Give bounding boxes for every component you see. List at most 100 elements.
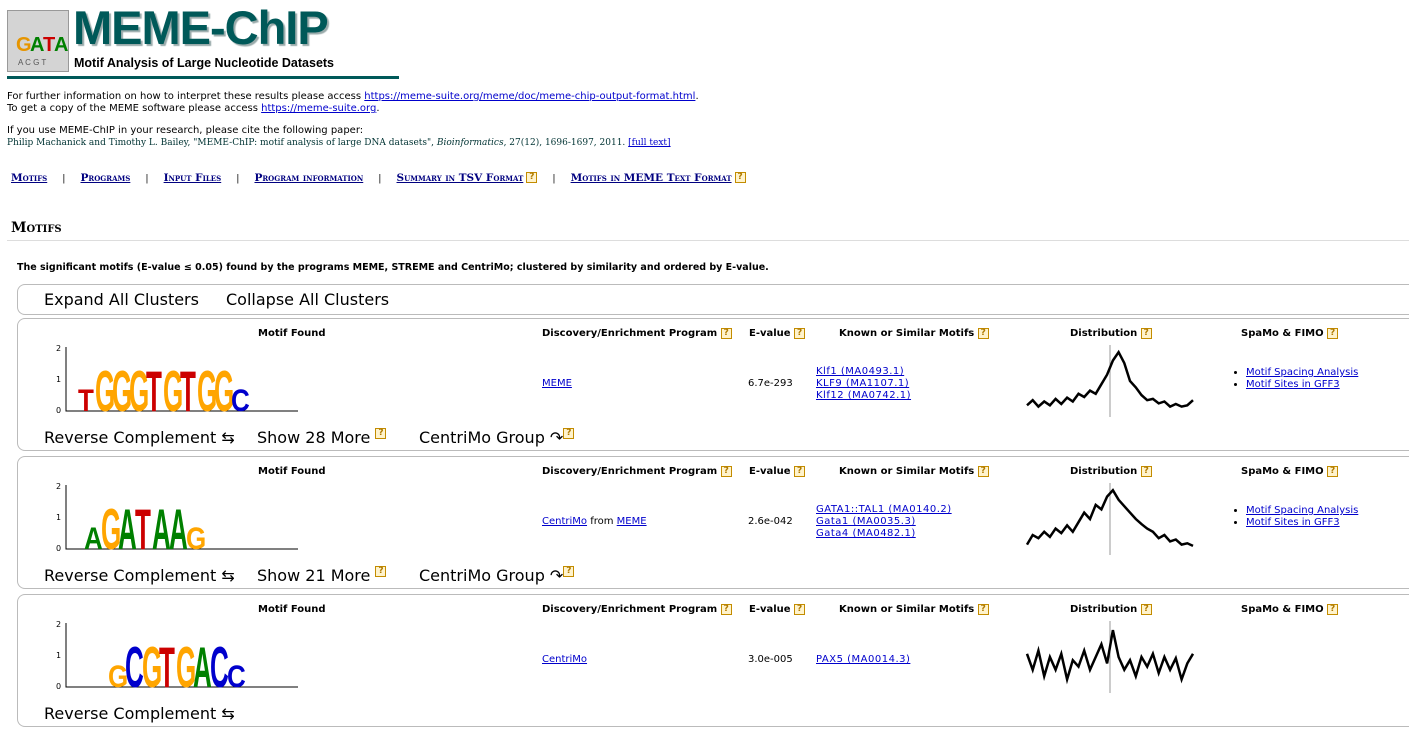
full-text-link[interactable]: [full text] [628, 138, 670, 148]
logo-y-tick: 1 [56, 513, 61, 522]
program-source-link[interactable]: MEME [617, 516, 647, 527]
nav-program-information[interactable]: Program information [254, 172, 363, 184]
help-icon[interactable]: ? [1140, 466, 1152, 477]
help-icon[interactable]: ? [794, 604, 806, 615]
expand-all-clusters-button[interactable]: Expand All Clusters [44, 290, 199, 309]
show-more-button[interactable]: Show 28 More ? [257, 428, 387, 447]
collapse-all-clusters-button[interactable]: Collapse All Clusters [226, 290, 389, 309]
help-icon[interactable]: ? [977, 604, 989, 615]
discovery-program: CentriMo [542, 654, 587, 665]
help-icon[interactable]: ? [734, 172, 746, 183]
nav-motifs-meme-text[interactable]: Motifs in MEME Text Format [571, 172, 732, 184]
logo-letter: T [78, 384, 94, 419]
logo-y-tick: 0 [56, 544, 61, 553]
column-header-spamo: SpaMo & FIMO ? [1241, 466, 1339, 477]
reverse-complement-button[interactable]: Reverse Complement ⇆ [44, 566, 235, 585]
help-icon[interactable]: ? [375, 428, 387, 439]
logo-letter: T [180, 361, 196, 419]
column-header-known: Known or Similar Motifs ? [839, 604, 989, 615]
program-link[interactable]: CentriMo [542, 654, 587, 665]
logo-letter: C [125, 637, 144, 695]
citation-intro: If you use MEME-ChIP in your research, p… [7, 125, 364, 136]
nav-input-files[interactable]: Input Files [164, 172, 222, 184]
distribution-plot [1026, 345, 1194, 417]
nav-motifs[interactable]: Motifs [11, 172, 47, 184]
known-motifs: PAX5 (MA0014.3) [816, 654, 910, 666]
column-header-evalue: E-value ? [749, 604, 806, 615]
spamo-fimo-link[interactable]: Motif Sites in GFF3 [1246, 517, 1340, 528]
known-motif-link[interactable]: Klf1 (MA0493.1) [816, 366, 911, 378]
program-link[interactable]: CentriMo [542, 516, 587, 527]
logo-letter: C [227, 660, 246, 695]
column-header-known: Known or Similar Motifs ? [839, 328, 989, 339]
known-motifs: Klf1 (MA0493.1) KLF9 (MA1107.1) Klf12 (MA0… [816, 366, 911, 402]
help-icon[interactable]: ? [794, 328, 806, 339]
centrimo-group-button[interactable]: CentriMo Group ↷? [419, 566, 575, 585]
spamo-fimo-link[interactable]: Motif Sites in GFF3 [1246, 379, 1340, 390]
logo-letter: T [135, 499, 151, 557]
spamo-fimo-link[interactable]: Motif Spacing Analysis [1246, 505, 1358, 516]
software-link[interactable]: https://meme-suite.org [261, 103, 376, 114]
nav-programs[interactable]: Programs [81, 172, 131, 184]
known-motif-link[interactable]: Gata1 (MA0035.3) [816, 516, 952, 528]
help-icon[interactable]: ? [720, 604, 732, 615]
logo-letter: T [146, 361, 162, 419]
reverse-complement-button[interactable]: Reverse Complement ⇆ [44, 704, 235, 723]
logo-letter: T [159, 637, 175, 695]
motif-cluster-row: Motif Found Discovery/Enrichment Program … [17, 456, 1409, 589]
help-icon[interactable]: ? [720, 328, 732, 339]
column-header-motif_found: Motif Found [258, 328, 326, 339]
header-divider [7, 76, 399, 79]
evalue: 6.7e-293 [748, 378, 793, 389]
column-header-program: Discovery/Enrichment Program ? [542, 466, 732, 477]
help-icon[interactable]: ? [526, 172, 538, 183]
logo-letter: C [231, 384, 250, 419]
column-header-distribution: Distribution ? [1070, 466, 1152, 477]
column-header-motif_found: Motif Found [258, 604, 326, 615]
help-icon[interactable]: ? [563, 566, 575, 577]
logo-y-tick: 1 [56, 651, 61, 660]
docs-link[interactable]: https://meme-suite.org/meme/doc/meme-chi… [364, 91, 695, 102]
sequence-logo: 210 T GGGT GT GGC [56, 344, 298, 419]
help-icon[interactable]: ? [1327, 328, 1339, 339]
known-motif-link[interactable]: KLF9 (MA1107.1) [816, 378, 911, 390]
help-icon[interactable]: ? [1327, 604, 1339, 615]
logo-letter: A [152, 499, 171, 557]
nav-summary-tsv[interactable]: Summary in TSV Format [397, 172, 524, 184]
help-icon[interactable]: ? [1140, 604, 1152, 615]
logo-y-tick: 2 [56, 620, 61, 629]
known-motif-link[interactable]: Gata4 (MA0482.1) [816, 528, 952, 540]
column-header-spamo: SpaMo & FIMO ? [1241, 328, 1339, 339]
program-link[interactable]: MEME [542, 378, 572, 389]
column-header-program: Discovery/Enrichment Program ? [542, 604, 732, 615]
column-header-evalue: E-value ? [749, 466, 806, 477]
meme-chip-logo: G A T A A C G T [7, 10, 69, 72]
help-icon[interactable]: ? [720, 466, 732, 477]
show-more-button[interactable]: Show 21 More ? [257, 566, 387, 585]
spamo-fimo-links: Motif Spacing AnalysisMotif Sites in GFF… [1236, 367, 1358, 391]
page-header: G A T A A C G T MEME-ChIP Motif Analysis… [7, 1, 399, 79]
column-header-program: Discovery/Enrichment Program ? [542, 328, 732, 339]
help-icon[interactable]: ? [977, 328, 989, 339]
help-icon[interactable]: ? [1140, 328, 1152, 339]
section-title: Motifs [11, 220, 62, 236]
logo-y-tick: 2 [56, 344, 61, 353]
spamo-fimo-links: Motif Spacing AnalysisMotif Sites in GFF… [1236, 505, 1358, 529]
logo-y-tick: 2 [56, 482, 61, 491]
help-icon[interactable]: ? [375, 566, 387, 577]
known-motif-link[interactable]: GATA1::TAL1 (MA0140.2) [816, 504, 952, 516]
column-header-motif_found: Motif Found [258, 466, 326, 477]
centrimo-group-button[interactable]: CentriMo Group ↷? [419, 428, 575, 447]
discovery-program: CentriMo from MEME [542, 516, 647, 527]
known-motif-link[interactable]: Klf12 (MA0742.1) [816, 390, 911, 402]
help-icon[interactable]: ? [977, 466, 989, 477]
column-header-known: Known or Similar Motifs ? [839, 466, 989, 477]
known-motif-link[interactable]: PAX5 (MA0014.3) [816, 654, 910, 666]
help-icon[interactable]: ? [1327, 466, 1339, 477]
reverse-complement-button[interactable]: Reverse Complement ⇆ [44, 428, 235, 447]
help-icon[interactable]: ? [563, 428, 575, 439]
spamo-fimo-link[interactable]: Motif Spacing Analysis [1246, 367, 1358, 378]
info-line-docs: For further information on how to interp… [7, 91, 699, 102]
svg-text:A: A [54, 34, 68, 56]
help-icon[interactable]: ? [794, 466, 806, 477]
